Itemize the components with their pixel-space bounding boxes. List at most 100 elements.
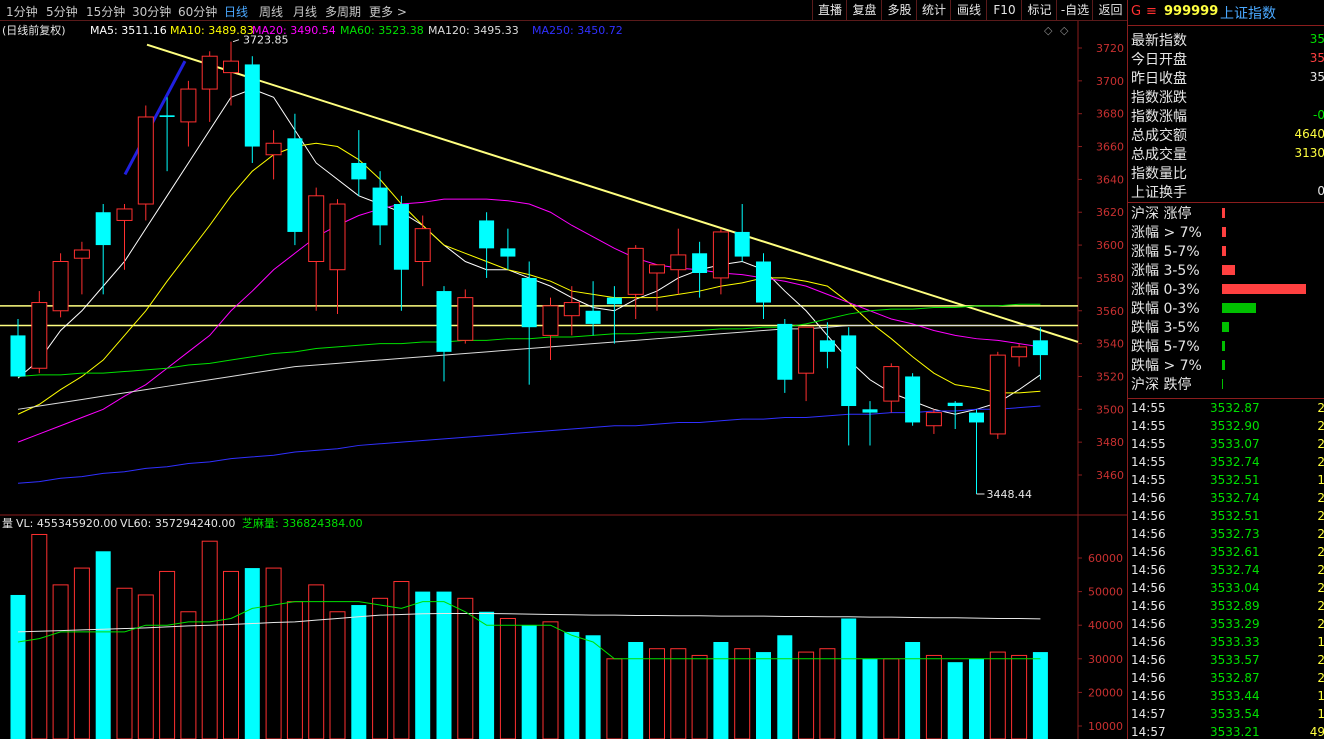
tick-row: 14:55 3532.90 2 — [1128, 417, 1324, 435]
candle-body — [10, 335, 26, 377]
volume-bar — [457, 597, 474, 739]
candle-body — [201, 55, 218, 90]
volume-bar — [329, 611, 346, 739]
volume-legend-item: VL60: 357294240.00 — [120, 517, 235, 530]
tick-volume: 2 — [1317, 563, 1324, 577]
quote-label: 最新指数 — [1131, 33, 1187, 49]
distribution-label: 跌幅 > 7% — [1131, 358, 1202, 374]
toolbar-button-1[interactable]: 复盘 — [846, 0, 882, 20]
tick-row: 14:56 3532.61 2 — [1128, 543, 1324, 561]
price-tick-label: 3580 — [1096, 272, 1124, 285]
candle-body — [905, 376, 921, 423]
candle-body — [521, 277, 537, 328]
tick-time: 14:56 — [1131, 653, 1166, 667]
candle-body — [1032, 340, 1048, 356]
volume-bar — [244, 568, 260, 739]
candle-body — [52, 261, 69, 312]
tick-row: 14:56 3533.04 2 — [1128, 579, 1324, 597]
volume-bar — [606, 658, 623, 739]
volume-tick-label: 60000 — [1088, 552, 1123, 565]
price-tick-label: 3500 — [1096, 403, 1124, 416]
period-tab-1[interactable]: 5分钟 — [46, 3, 78, 20]
period-tab-8[interactable]: 多周期 — [325, 3, 361, 20]
candle-body — [925, 412, 942, 427]
tick-price: 3532.51 — [1210, 473, 1260, 487]
period-tab-6[interactable]: 周线 — [259, 3, 283, 20]
tick-volume: 2 — [1317, 671, 1324, 685]
toolbar-button-6[interactable]: 标记 — [1021, 0, 1057, 20]
candle-body — [457, 297, 474, 341]
toolbar-button-3[interactable]: 统计 — [916, 0, 951, 20]
price-tick-label: 3700 — [1096, 75, 1124, 88]
period-tab-4[interactable]: 60分钟 — [178, 3, 217, 20]
volume-bar — [542, 621, 559, 739]
candle-body — [372, 187, 388, 226]
quote-value: 0 — [1317, 184, 1324, 198]
drawn-line — [123, 60, 187, 176]
candle-body — [308, 195, 325, 262]
distribution-bar — [1222, 341, 1225, 351]
period-tab-9[interactable]: 更多 > — [369, 3, 407, 20]
tick-price: 3533.44 — [1210, 689, 1260, 703]
volume-bar — [989, 651, 1006, 739]
candle-body — [500, 248, 516, 257]
toolbar-button-0[interactable]: 直播 — [812, 0, 847, 20]
candle-body — [969, 412, 984, 423]
high-marker — [232, 39, 240, 43]
volume-bar — [137, 594, 154, 739]
tick-row: 14:57 3533.54 1 — [1128, 705, 1324, 723]
tick-time: 14:55 — [1131, 437, 1166, 451]
volume-bar — [159, 570, 176, 739]
price-tick-label: 3680 — [1096, 108, 1124, 121]
candle-body — [756, 261, 771, 303]
price-tick-label: 3620 — [1096, 206, 1124, 219]
quote-label: 昨日收盘 — [1131, 71, 1187, 87]
toolbar-button-8[interactable]: 返回 — [1092, 0, 1128, 20]
volume-bar — [351, 605, 367, 739]
low-label: 3448.44 — [987, 488, 1033, 501]
tick-row: 14:56 3533.44 1 — [1128, 687, 1324, 705]
distribution-label: 跌幅 0-3% — [1131, 301, 1200, 317]
volume-bar — [841, 618, 857, 739]
candle-body — [606, 297, 622, 305]
candle-body — [585, 310, 601, 324]
candle-body — [670, 254, 687, 271]
toolbar-button-5[interactable]: F10 — [986, 0, 1022, 20]
volume-bar — [691, 654, 708, 739]
volume-bar — [564, 631, 580, 739]
tick-price: 3532.87 — [1210, 401, 1260, 415]
ma-line-ma250 — [17, 405, 1041, 484]
toolbar-button-4[interactable]: 画线 — [950, 0, 987, 20]
candle-body — [180, 88, 197, 123]
menu-icon[interactable]: ≡ — [1146, 4, 1157, 19]
distribution-bar — [1222, 227, 1226, 237]
tick-time: 14:55 — [1131, 419, 1166, 433]
period-tab-7[interactable]: 月线 — [293, 3, 317, 20]
period-tab-5[interactable]: 日线 — [224, 3, 248, 20]
period-tab-0[interactable]: 1分钟 — [6, 3, 38, 20]
toolbar-button-2[interactable]: 多股 — [881, 0, 917, 20]
volume-bar — [308, 584, 325, 739]
candle-body — [798, 326, 815, 374]
candle-body — [414, 228, 431, 262]
volume-bar — [883, 658, 900, 739]
period-tab-3[interactable]: 30分钟 — [132, 3, 171, 20]
price-tick-label: 3560 — [1096, 305, 1124, 318]
toolbar-button-7[interactable]: -自选 — [1056, 0, 1093, 20]
distribution-bar — [1222, 379, 1223, 389]
tick-row: 14:56 3532.51 2 — [1128, 507, 1324, 525]
tick-time: 14:57 — [1131, 707, 1166, 721]
distribution-bar — [1222, 303, 1256, 313]
kline-chart[interactable]: 3460 3480 3500 3520 3540 3560 3580 3600 3620 3640… — [0, 20, 1127, 739]
tick-price: 3533.57 — [1210, 653, 1260, 667]
period-tab-2[interactable]: 15分钟 — [86, 3, 125, 20]
distribution-bar — [1222, 360, 1225, 370]
distribution-label: 涨幅 0-3% — [1131, 282, 1200, 298]
candle-body — [244, 64, 260, 147]
high-label: 3723.85 — [243, 34, 289, 47]
volume-bar — [628, 642, 644, 739]
tick-time: 14:56 — [1131, 671, 1166, 685]
volume-bar — [180, 611, 197, 739]
price-tick-label: 3520 — [1096, 370, 1124, 383]
settings-diamond-icon: ◇ — [1060, 24, 1069, 37]
